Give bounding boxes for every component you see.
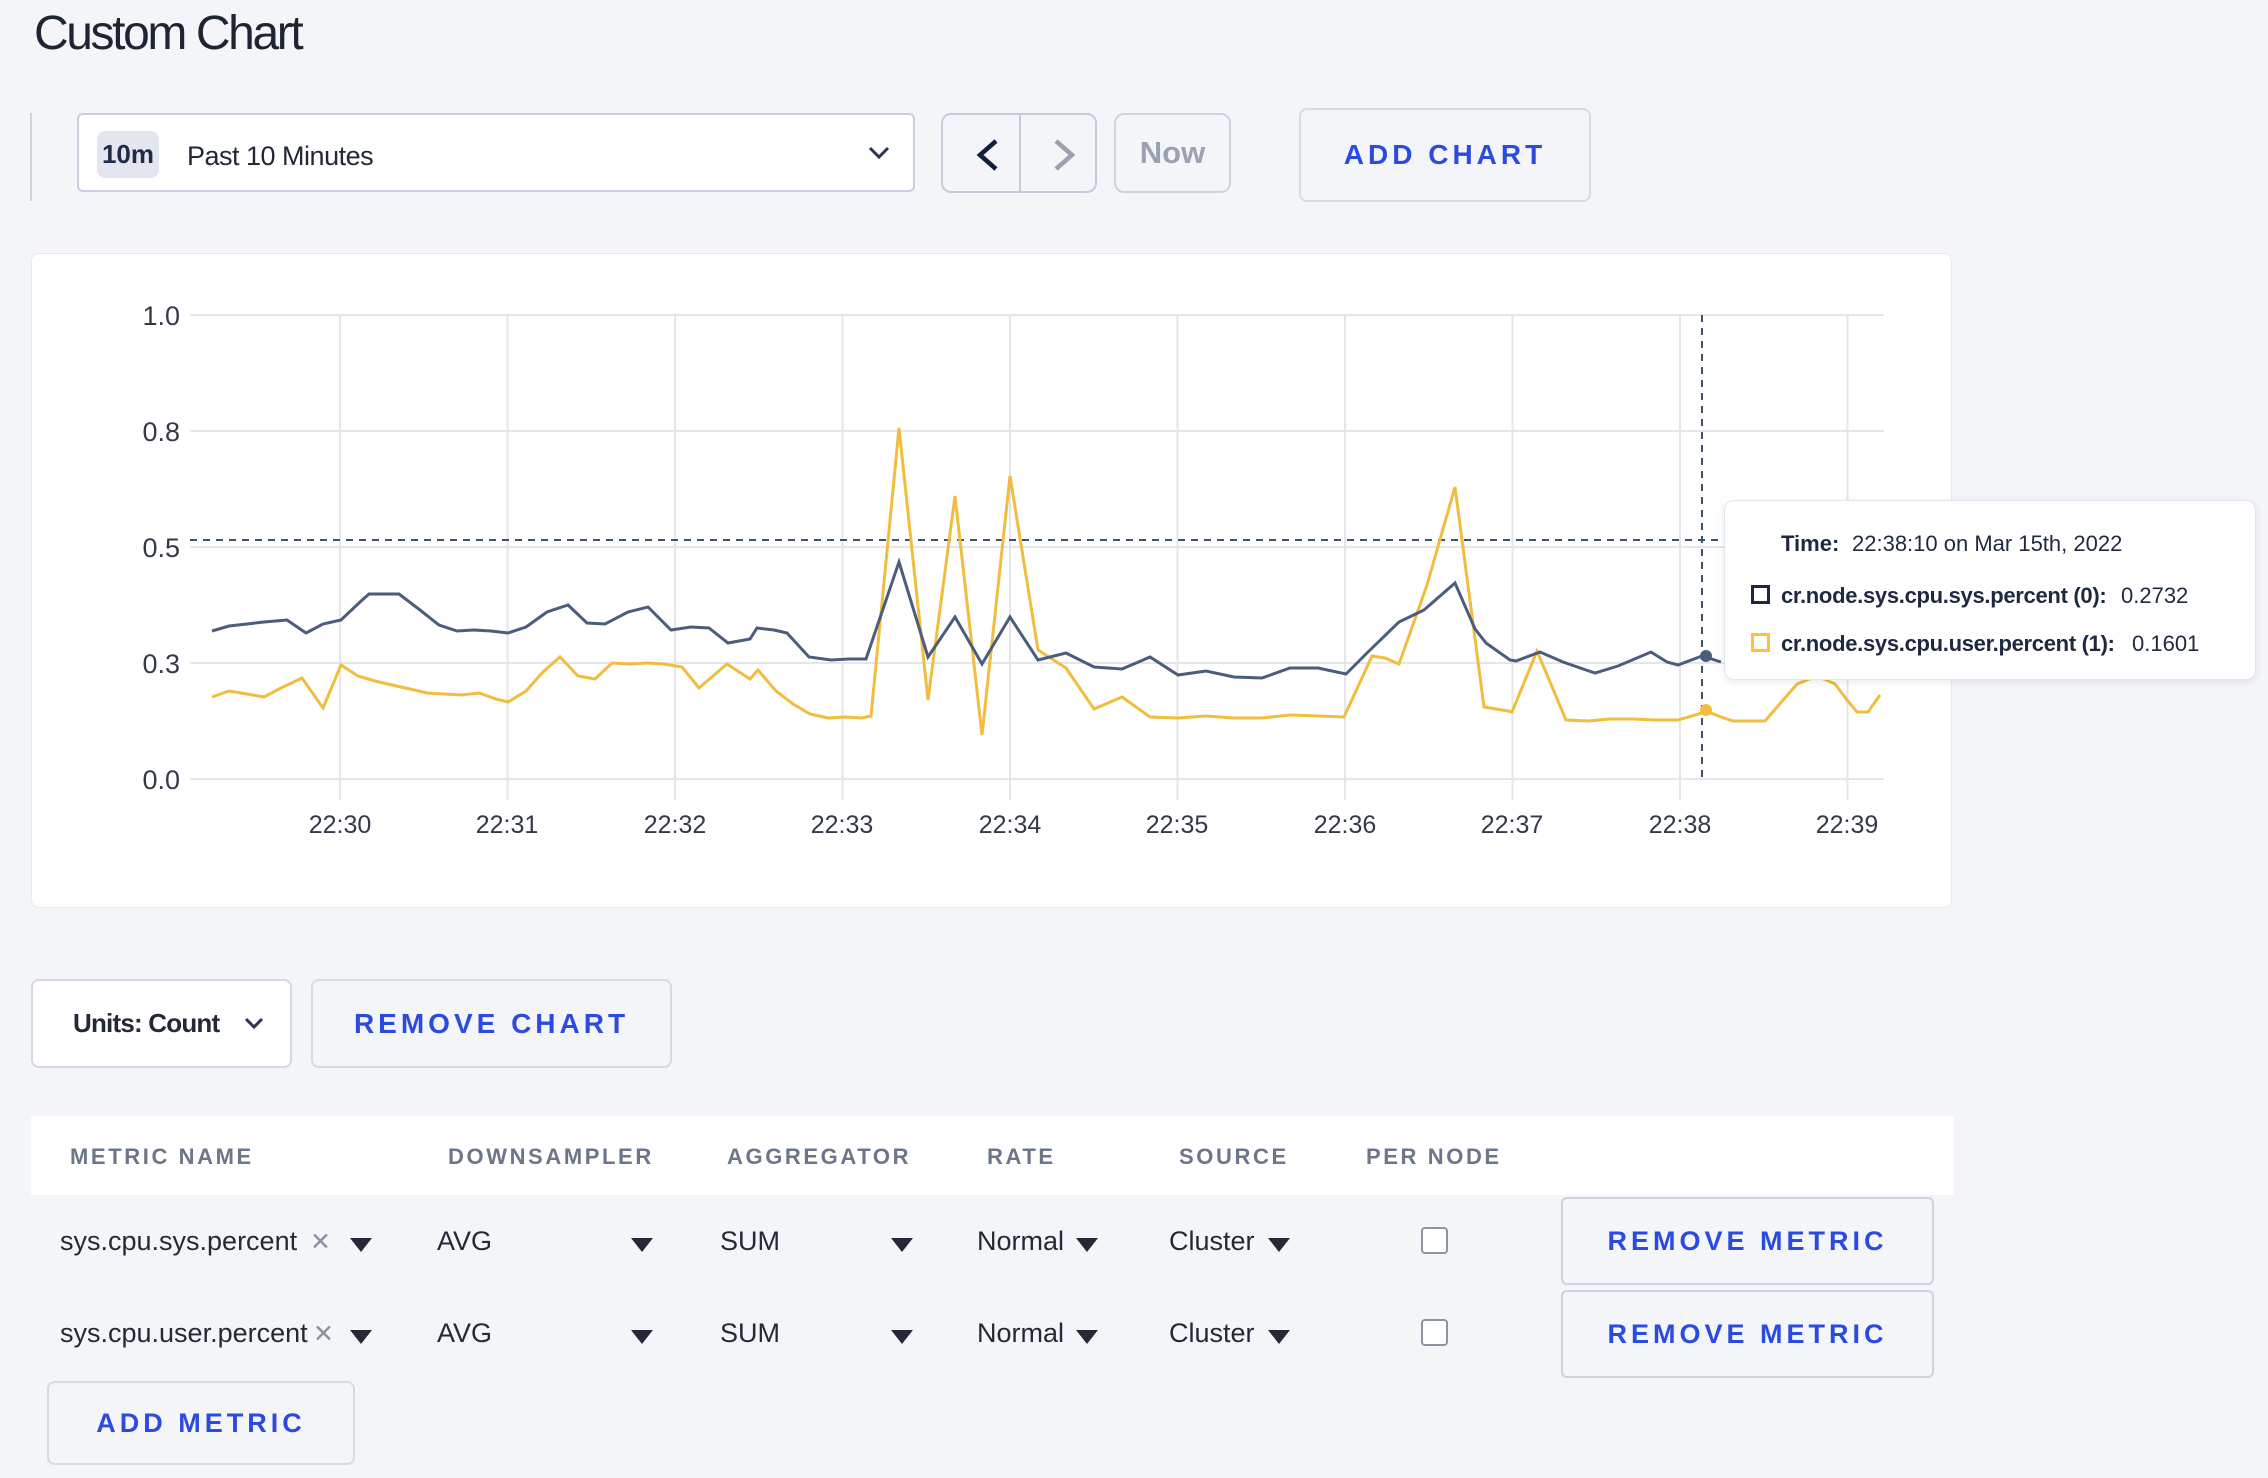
svg-text:22:38: 22:38 [1649, 811, 1712, 839]
svg-text:22:33: 22:33 [811, 811, 874, 839]
svg-text:0.5: 0.5 [142, 533, 180, 563]
svg-text:22:35: 22:35 [1146, 811, 1209, 839]
svg-text:22:31: 22:31 [476, 811, 539, 839]
svg-text:22:30: 22:30 [309, 811, 372, 839]
svg-text:22:32: 22:32 [644, 811, 707, 839]
svg-text:22:34: 22:34 [979, 811, 1042, 839]
svg-text:22:39: 22:39 [1816, 811, 1879, 839]
svg-text:1.0: 1.0 [142, 301, 180, 331]
svg-text:0.0: 0.0 [142, 765, 180, 795]
svg-text:22:36: 22:36 [1314, 811, 1377, 839]
svg-text:0.8: 0.8 [142, 417, 180, 447]
svg-text:22:37: 22:37 [1481, 811, 1544, 839]
svg-text:0.3: 0.3 [142, 649, 180, 679]
